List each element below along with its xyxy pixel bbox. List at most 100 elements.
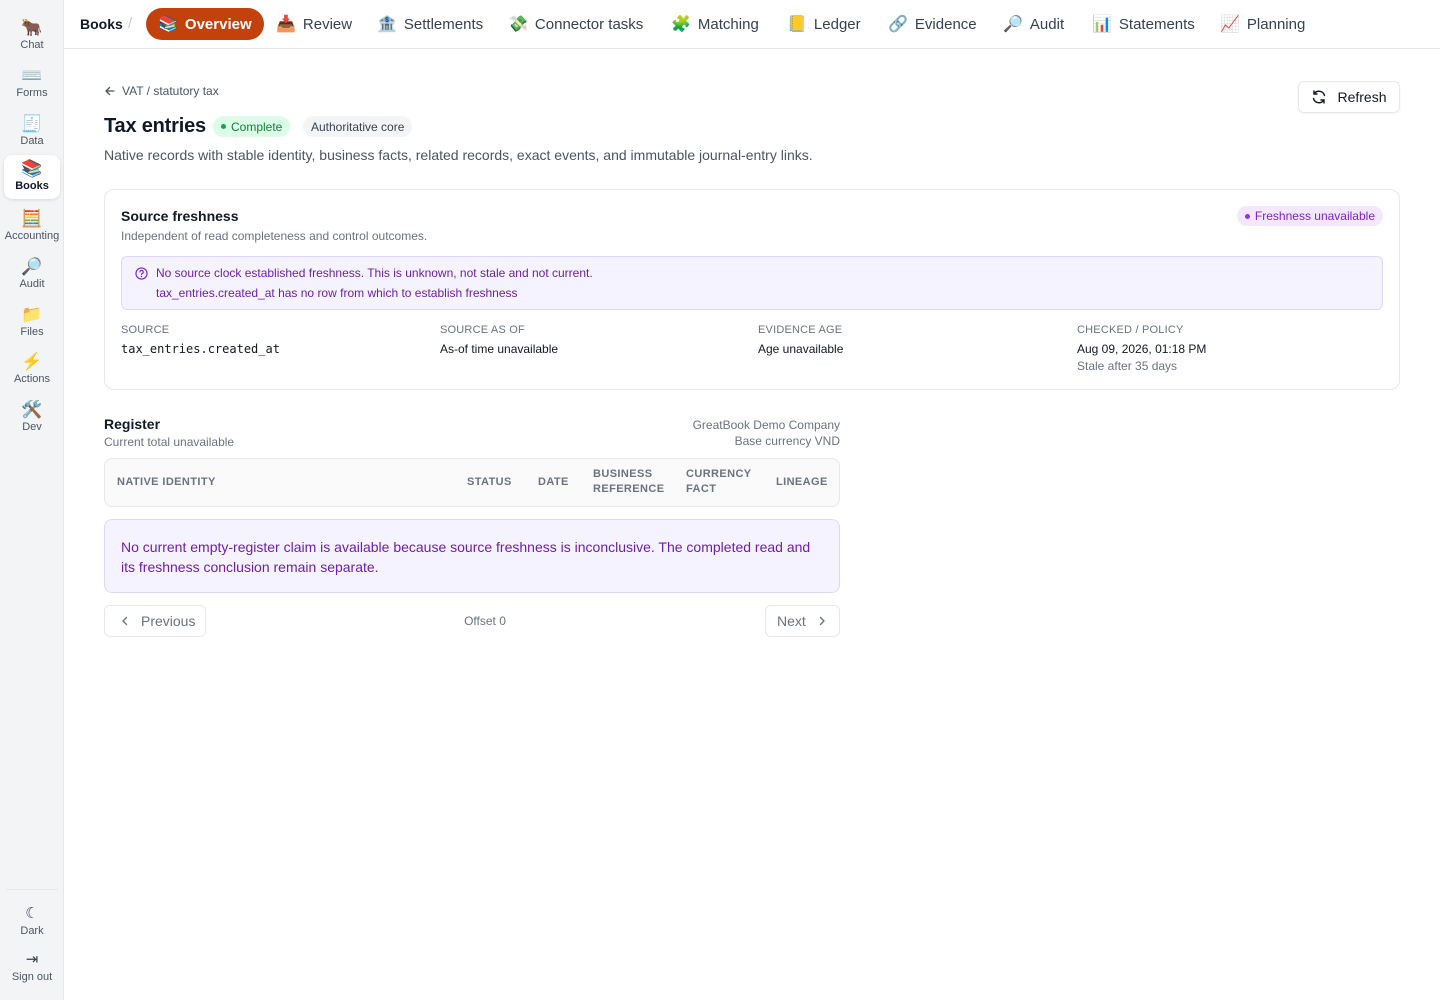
column-header-label: Status — [467, 476, 512, 488]
column-header-date[interactable]: Date — [538, 475, 569, 490]
ox-icon: 🐂 — [21, 18, 43, 37]
refresh-button-label: Refresh — [1337, 89, 1387, 105]
tab-label: Settlements — [403, 15, 484, 33]
sidebar-item-files[interactable]: 📁 Files — [4, 301, 60, 345]
sidebar-item-label: Files — [20, 326, 44, 338]
chevron-left-icon — [122, 616, 128, 626]
back-link[interactable]: VAT / statutory tax — [104, 84, 219, 98]
column-header-status[interactable]: Status — [467, 475, 512, 490]
core-badge: Authoritative core — [303, 116, 413, 137]
freshness-alert: No source clock established freshness. T… — [121, 256, 1383, 310]
sidebar-item-label: Forms — [16, 87, 48, 99]
sidebar-item-label: Dev — [22, 421, 42, 433]
bar-chart-icon: 📊 — [1092, 16, 1112, 33]
sidebar-item-actions[interactable]: ⚡ Actions — [4, 348, 60, 392]
refresh-icon — [1313, 90, 1326, 104]
meta-label: Evidence age — [758, 324, 843, 336]
previous-page-button[interactable]: Previous — [104, 605, 206, 637]
sidebar-item-label: Accounting — [4, 230, 60, 242]
column-header-business-reference[interactable]: Business reference — [593, 467, 664, 497]
column-header-native-identity[interactable]: Native identity — [117, 475, 216, 490]
status-dot — [221, 124, 226, 129]
sidebar-item-forms[interactable]: ⌨️ Forms — [4, 62, 60, 106]
books-icon: 📚 — [158, 16, 178, 33]
inbox-tray-icon: 📥 — [276, 16, 296, 33]
receipt-icon: 🧾 — [21, 114, 43, 133]
page-title: Tax entries — [104, 115, 206, 137]
keyboard-icon: ⌨️ — [21, 66, 43, 85]
magnifier-icon: 🔎 — [1003, 16, 1023, 33]
refresh-button[interactable]: Refresh — [1298, 81, 1400, 113]
tab-ledger[interactable]: 📒 Ledger — [775, 8, 873, 40]
status-badge: Complete — [213, 116, 291, 137]
register-subtitle: Current total unavailable — [104, 435, 235, 449]
moon-icon: ☾ — [25, 905, 39, 922]
column-header-label: Business — [593, 468, 653, 480]
tab-label: Review — [302, 15, 353, 33]
back-link-label: VAT / statutory tax — [122, 84, 219, 98]
tab-overview[interactable]: 📚 Overview — [146, 8, 264, 40]
meta-source-as-of: Source as of As-of time unavailable — [440, 324, 558, 356]
card-title: Source freshness — [121, 208, 239, 224]
magnifier-icon: 🔎 — [21, 257, 43, 276]
meta-value: Age unavailable — [758, 342, 844, 356]
meta-value: tax_entries.created_at — [121, 342, 280, 356]
books-icon: 📚 — [21, 159, 43, 178]
meta-policy: Stale after 35 days — [1077, 359, 1178, 373]
chevron-right-icon — [819, 616, 825, 626]
tab-matching[interactable]: 🧩 Matching — [659, 8, 771, 40]
sidebar-item-data[interactable]: 🧾 Data — [4, 110, 60, 154]
tab-review[interactable]: 📥 Review — [264, 8, 364, 40]
sidebar-divider — [6, 889, 58, 890]
column-header-lineage[interactable]: Lineage — [776, 475, 828, 490]
meta-label: Source — [121, 324, 170, 336]
tab-statements[interactable]: 📊 Statements — [1080, 8, 1207, 40]
page-subtitle: Native records with stable identity, bus… — [104, 147, 813, 163]
arrow-left-icon — [105, 86, 115, 96]
sign-out-button[interactable]: ⇥ Sign out — [4, 946, 60, 990]
next-page-button[interactable]: Next — [765, 605, 840, 637]
tab-label: Matching — [697, 15, 759, 33]
dark-mode-toggle[interactable]: ☾ Dark — [4, 900, 60, 944]
card-subtitle: Independent of read completeness and con… — [121, 229, 428, 243]
puzzle-icon: 🧩 — [671, 16, 691, 33]
tab-settlements[interactable]: 🏦 Settlements — [365, 8, 495, 40]
tab-label: Statements — [1118, 15, 1195, 33]
column-header-currency-fact[interactable]: Currency fact — [686, 467, 752, 497]
lightning-icon: ⚡ — [21, 352, 43, 371]
sidebar-item-audit[interactable]: 🔎 Audit — [4, 253, 60, 297]
tab-connector-tasks[interactable]: 💸 Connector tasks — [496, 8, 655, 40]
column-header-label: Lineage — [776, 476, 828, 488]
meta-checked-policy: Checked / policy Aug 09, 2026, 01:18 PM … — [1077, 324, 1206, 373]
money-wings-icon: 💸 — [508, 16, 528, 33]
link-icon: 🔗 — [888, 16, 908, 33]
sidebar-item-dev[interactable]: 🛠️ Dev — [4, 396, 60, 440]
meta-label: Source as of — [440, 324, 525, 336]
tab-label: Ledger — [813, 15, 861, 33]
sidebar-item-accounting[interactable]: 🧮 Accounting — [4, 205, 60, 249]
meta-source: Source tax_entries.created_at — [121, 324, 280, 356]
sidebar-item-label: Books — [15, 180, 49, 192]
tab-evidence[interactable]: 🔗 Evidence — [876, 8, 989, 40]
source-freshness-card: Source freshness Independent of read com… — [104, 189, 1400, 390]
register-notice: No current empty-register claim is avail… — [104, 519, 840, 593]
meta-evidence-age: Evidence age Age unavailable — [758, 324, 843, 356]
sidebar-item-books[interactable]: 📚 Books — [4, 155, 60, 199]
tab-planning[interactable]: 📈 Planning — [1208, 8, 1317, 40]
sidebar-item-chat[interactable]: 🐂 Chat — [4, 14, 60, 58]
alert-detail: tax_entries.created_at has no row from w… — [156, 286, 518, 300]
status-badge-label: Complete — [231, 119, 283, 134]
tab-label: Audit — [1029, 15, 1065, 33]
breadcrumb-separator: / — [128, 15, 133, 32]
previous-page-label: Previous — [141, 613, 196, 629]
freshness-badge-label: Freshness unavailable — [1254, 209, 1375, 223]
tab-audit[interactable]: 🔎 Audit — [991, 8, 1076, 40]
meta-label: Checked / policy — [1077, 324, 1184, 336]
freshness-dot — [1244, 213, 1250, 219]
abacus-icon: 🧮 — [21, 209, 43, 228]
meta-value: As-of time unavailable — [440, 342, 559, 356]
base-currency: Base currency VND — [734, 434, 840, 448]
sidebar-item-label: Data — [20, 135, 44, 147]
breadcrumb-root[interactable]: Books — [80, 16, 123, 32]
sidebar-item-label: Audit — [19, 278, 45, 290]
